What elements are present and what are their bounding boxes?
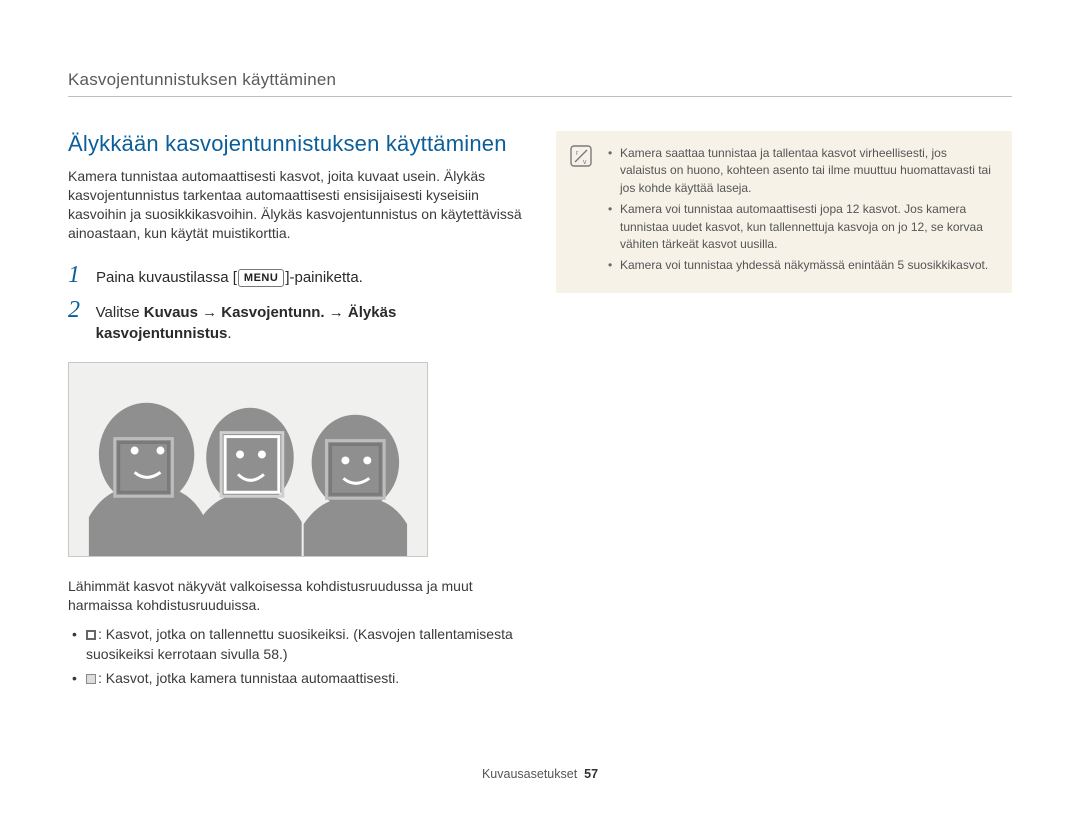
legend-item-favorite: : Kasvot, jotka on tallennettu suosikeik… [68,624,528,665]
section-title: Älykkään kasvojentunnistuksen käyttämine… [68,131,528,157]
step-2: 2 Valitse Kuvaus → Kasvojentunn. → Älykä… [68,298,528,344]
face-detection-illustration [68,362,428,557]
note-box: r v Kamera saattaa tunnistaa ja tallenta… [556,131,1012,293]
white-box-icon [86,630,96,640]
step-text-pre: Paina kuvaustilassa [ [96,269,237,286]
steps-list: 1 Paina kuvaustilassa [MENU]-painiketta.… [68,263,528,344]
step-text-post: . [227,325,231,342]
left-column: Älykkään kasvojentunnistuksen käyttämine… [68,131,528,693]
note-item: Kamera voi tunnistaa automaattisesti jop… [608,201,996,253]
legend-list: : Kasvot, jotka on tallennettu suosikeik… [68,624,528,689]
step-number: 1 [68,263,86,287]
page-footer: Kuvausasetukset 57 [0,767,1080,781]
note-item: Kamera voi tunnistaa yhdessä näkymässä e… [608,257,996,274]
running-head: Kasvojentunnistuksen käyttäminen [68,70,1012,97]
illustration-svg [69,363,427,557]
right-column: r v Kamera saattaa tunnistaa ja tallenta… [556,131,1012,693]
note-item: Kamera saattaa tunnistaa ja tallentaa ka… [608,145,996,197]
menu-badge: MENU [238,269,284,287]
footer-label: Kuvausasetukset [482,767,577,781]
intro-paragraph: Kamera tunnistaa automaattisesti kasvot,… [68,167,528,243]
step-text-pre: Valitse [96,304,144,321]
step-1: 1 Paina kuvaustilassa [MENU]-painiketta. [68,263,528,288]
step-text-post: ]-painiketta. [285,269,363,286]
grey-box-icon [86,674,96,684]
svg-text:v: v [583,159,587,166]
svg-text:r: r [576,150,579,157]
note-icon: r v [570,145,592,167]
legend-text: : Kasvot, jotka on tallennettu suosikeik… [86,626,513,662]
footer-page-number: 57 [584,767,598,781]
step-text: Valitse Kuvaus → Kasvojentunn. → Älykäs … [96,302,528,344]
illustration-caption: Lähimmät kasvot näkyvät valkoisessa kohd… [68,577,528,616]
step-number: 2 [68,298,86,322]
legend-item-auto: : Kasvot, jotka kamera tunnistaa automaa… [68,668,528,688]
legend-text: : Kasvot, jotka kamera tunnistaa automaa… [98,670,399,686]
step-text: Paina kuvaustilassa [MENU]-painiketta. [96,267,363,288]
